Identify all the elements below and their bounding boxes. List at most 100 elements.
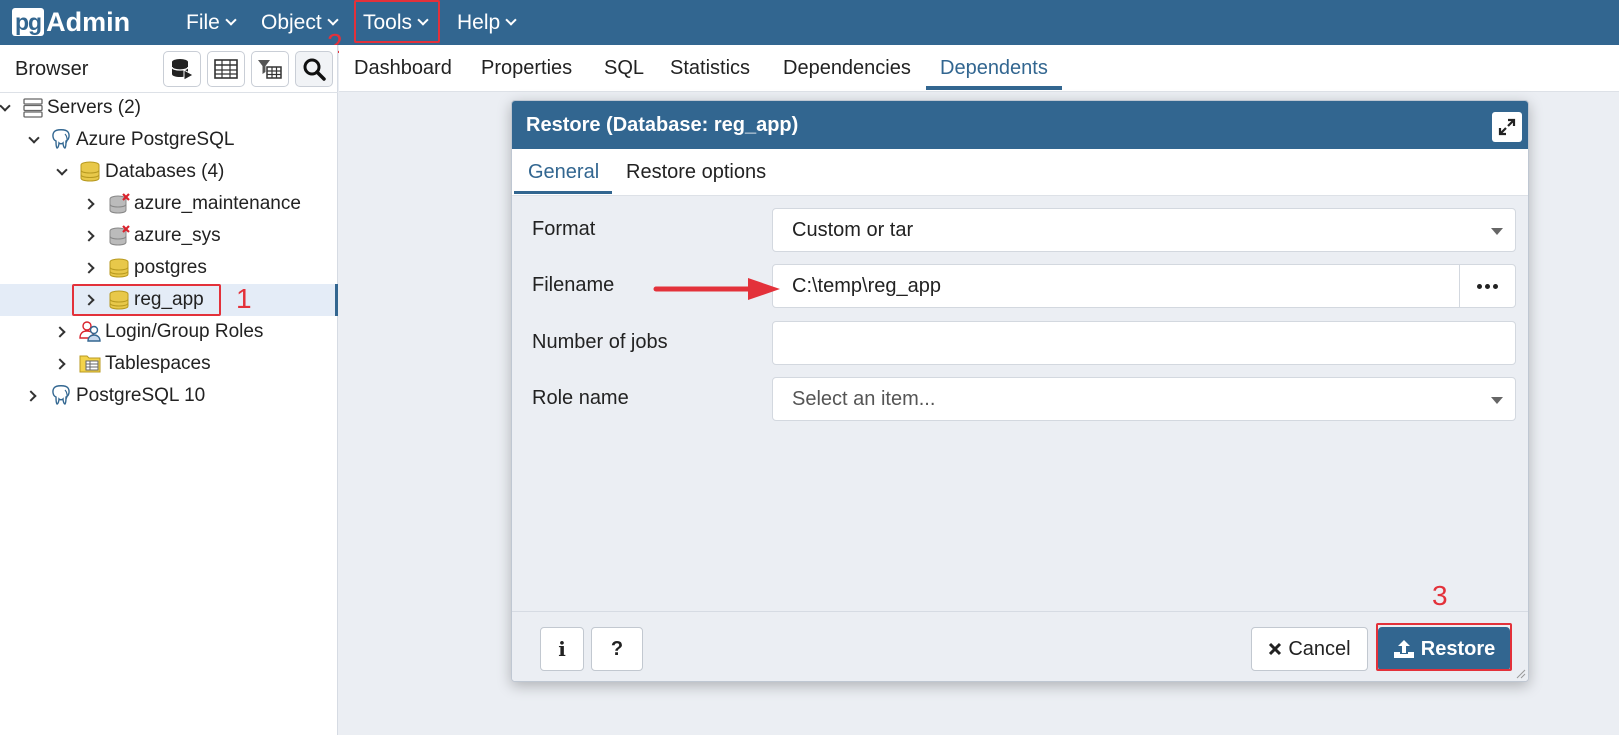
- tree-item-label: Tablespaces: [105, 353, 211, 374]
- dropdown-caret-icon: [1491, 397, 1503, 404]
- tab-dependents[interactable]: Dependents: [940, 57, 1048, 80]
- menu-help[interactable]: Help: [457, 0, 517, 45]
- query-tool-button[interactable]: [163, 51, 201, 87]
- tree-item-label: Servers (2): [47, 97, 141, 118]
- close-icon: [1269, 642, 1282, 656]
- tree-item-label: Azure PostgreSQL: [76, 129, 235, 150]
- tree-item-label: azure_sys: [134, 225, 221, 246]
- filename-value: C:\temp\reg_app: [792, 274, 941, 297]
- view-data-button[interactable]: [207, 51, 245, 87]
- help-icon: ?: [610, 637, 624, 660]
- tree-item-login-roles[interactable]: Login/Group Roles: [0, 316, 338, 348]
- tree-item-tablespaces[interactable]: Tablespaces: [0, 348, 338, 380]
- info-button[interactable]: i: [540, 627, 584, 671]
- browse-file-button[interactable]: [1459, 264, 1516, 308]
- chevron-down-icon[interactable]: [0, 100, 11, 112]
- tree-item-azure-sys[interactable]: azure_sys: [0, 220, 338, 252]
- tree-item-postgres[interactable]: postgres: [0, 252, 338, 284]
- elephant-icon: [52, 385, 70, 405]
- role-select[interactable]: Select an item...: [772, 377, 1516, 421]
- databases-icon: [80, 161, 100, 182]
- chevron-down-icon[interactable]: [56, 164, 68, 176]
- logo-admin: Admin: [46, 6, 131, 37]
- chevron-right-icon[interactable]: [83, 262, 95, 274]
- servers-icon: [23, 98, 43, 118]
- elephant-icon: [52, 129, 70, 149]
- role-placeholder: Select an item...: [792, 387, 936, 410]
- chevron-right-icon[interactable]: [83, 198, 95, 210]
- jobs-input[interactable]: [772, 321, 1516, 365]
- roles-icon: [79, 321, 101, 342]
- top-navbar: pg Admin File Object Tools Help: [0, 0, 1619, 45]
- ellipsis-icon: [1477, 283, 1482, 289]
- tree-item-servers[interactable]: Servers (2): [0, 92, 338, 124]
- cancel-label: Cancel: [1288, 637, 1351, 660]
- chevron-down-icon: [505, 14, 517, 26]
- filtered-rows-button[interactable]: [251, 51, 289, 87]
- tree-item-label: postgres: [134, 257, 207, 278]
- annotation-box-restore: [1376, 623, 1512, 671]
- menu-file[interactable]: File: [186, 0, 237, 45]
- dropdown-caret-icon: [1491, 228, 1503, 235]
- maximize-button[interactable]: [1492, 112, 1522, 142]
- chevron-right-icon[interactable]: [25, 390, 37, 402]
- chevron-down-icon[interactable]: [28, 132, 40, 144]
- dialog-tabs: General Restore options: [512, 149, 1528, 196]
- tree-item-label: PostgreSQL 10: [76, 385, 206, 406]
- tab-general[interactable]: General: [528, 161, 599, 184]
- database-icon: [109, 258, 129, 278]
- format-value: Custom or tar: [792, 218, 914, 241]
- tab-properties[interactable]: Properties: [481, 57, 572, 80]
- annotation-arrow-icon: [653, 278, 780, 300]
- dialog-active-tab-indicator: [514, 191, 612, 194]
- tree-item-databases[interactable]: Databases (4): [0, 156, 338, 188]
- help-button[interactable]: ?: [591, 627, 643, 671]
- chevron-down-icon: [327, 14, 339, 26]
- database-disconnected-icon: [109, 193, 130, 214]
- main-tabs: Dashboard Properties SQL Statistics Depe…: [339, 45, 1619, 92]
- tab-statistics[interactable]: Statistics: [670, 57, 750, 80]
- restore-dialog: Restore (Database: reg_app) General Rest…: [511, 100, 1529, 682]
- dialog-title: Restore (Database: reg_app): [526, 114, 799, 136]
- menu-object[interactable]: Object: [261, 0, 339, 45]
- browser-header: Browser: [0, 45, 338, 93]
- resize-grip-icon[interactable]: [1516, 669, 1526, 679]
- tree-item-label: Login/Group Roles: [105, 321, 264, 342]
- active-tab-indicator: [926, 86, 1062, 90]
- info-icon: i: [558, 637, 566, 661]
- query-tool-icon: [171, 59, 195, 81]
- expand-icon: [1498, 118, 1516, 136]
- browser-title: Browser: [15, 58, 89, 80]
- role-label: Role name: [532, 387, 629, 409]
- tree-item-azure-maintenance[interactable]: azure_maintenance: [0, 188, 338, 220]
- annotation-number-1: 1: [236, 283, 252, 314]
- search-icon: [303, 58, 326, 81]
- menu-help-label: Help: [457, 10, 501, 34]
- filename-label: Filename: [532, 274, 615, 296]
- chevron-right-icon[interactable]: [83, 230, 95, 242]
- tree-item-postgresql-10[interactable]: PostgreSQL 10: [0, 380, 338, 412]
- tab-sql[interactable]: SQL: [604, 57, 644, 80]
- filter-table-icon: [258, 60, 282, 79]
- chevron-right-icon[interactable]: [54, 326, 66, 338]
- cancel-button[interactable]: Cancel: [1251, 627, 1368, 671]
- tree-item-label: Databases (4): [105, 161, 225, 182]
- tab-dashboard[interactable]: Dashboard: [354, 57, 452, 80]
- tree-item-azure-postgresql[interactable]: Azure PostgreSQL: [0, 124, 338, 156]
- tab-restore-options[interactable]: Restore options: [626, 161, 766, 184]
- filename-input[interactable]: C:\temp\reg_app: [772, 264, 1460, 308]
- chevron-down-icon: [225, 14, 237, 26]
- dialog-body: Format Custom or tar Filename C:\temp\re…: [512, 196, 1528, 611]
- menu-object-label: Object: [261, 10, 322, 34]
- tab-dependencies[interactable]: Dependencies: [783, 57, 911, 80]
- annotation-box-tools: [354, 0, 440, 43]
- annotation-number-3: 3: [1432, 580, 1448, 611]
- format-select[interactable]: Custom or tar: [772, 208, 1516, 252]
- database-disconnected-icon: [109, 225, 130, 246]
- search-objects-button[interactable]: [295, 51, 333, 87]
- dialog-header[interactable]: Restore (Database: reg_app): [512, 101, 1528, 149]
- chevron-right-icon[interactable]: [54, 358, 66, 370]
- tree-item-label: azure_maintenance: [134, 193, 301, 214]
- logo-pg: pg: [12, 8, 45, 36]
- table-view-icon: [214, 59, 238, 79]
